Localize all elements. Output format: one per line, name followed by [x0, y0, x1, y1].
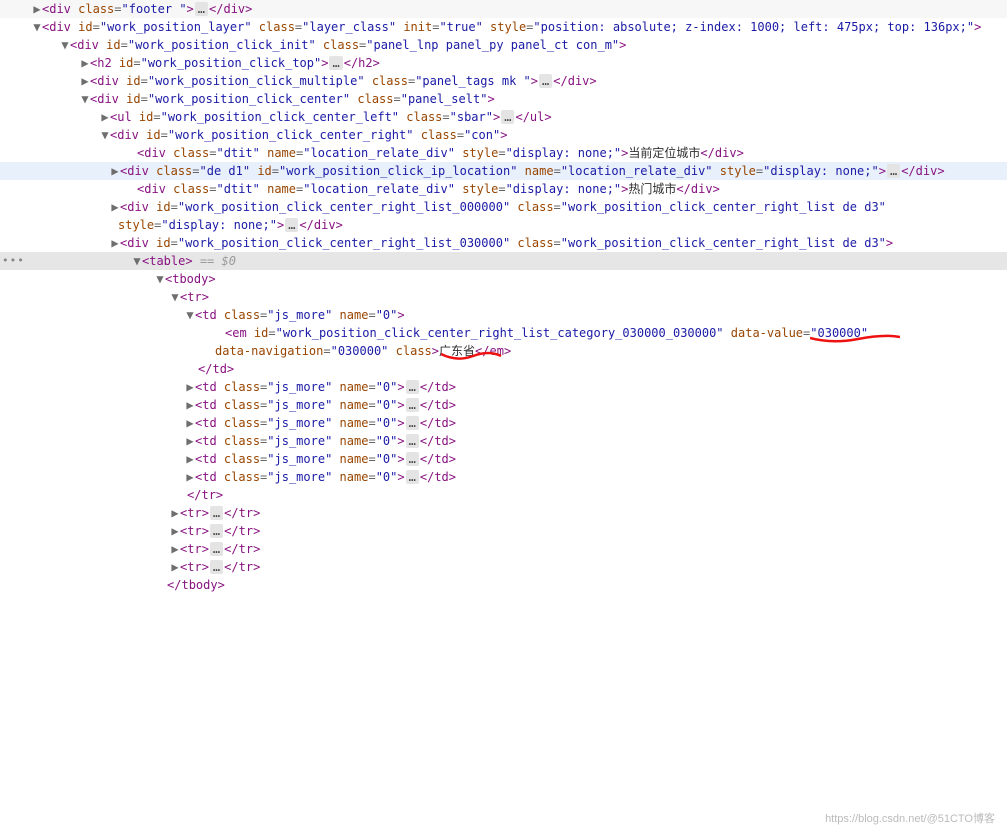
- source-line[interactable]: ▶<ul id="work_position_click_center_left…: [0, 108, 1007, 126]
- collapse-arrow-icon[interactable]: ▼: [60, 36, 70, 54]
- ellipsis-expand[interactable]: …: [210, 542, 223, 556]
- collapse-arrow-icon[interactable]: ▼: [100, 126, 110, 144]
- source-line[interactable]: ▶<td class="js_more" name="0">…</td>: [0, 414, 1007, 432]
- ellipsis-expand[interactable]: …: [406, 434, 419, 448]
- selected-node-indicator: == $0: [193, 254, 236, 268]
- expand-arrow-icon[interactable]: ▶: [185, 432, 195, 450]
- ellipsis-expand[interactable]: …: [406, 416, 419, 430]
- expand-arrow-icon[interactable]: ▶: [185, 378, 195, 396]
- expand-arrow-icon[interactable]: ▶: [185, 450, 195, 468]
- expand-arrow-icon[interactable]: ▶: [110, 162, 120, 180]
- collapse-arrow-icon[interactable]: ▼: [32, 18, 42, 36]
- source-line[interactable]: ▶<td class="js_more" name="0">…</td>: [0, 450, 1007, 468]
- gutter-overflow-icon: •••: [2, 252, 25, 270]
- ellipsis-expand[interactable]: …: [539, 74, 552, 88]
- ellipsis-expand[interactable]: …: [285, 218, 298, 232]
- collapse-arrow-icon[interactable]: ▼: [170, 288, 180, 306]
- source-line[interactable]: ▶<td class="js_more" name="0">…</td>: [0, 378, 1007, 396]
- source-line[interactable]: ▶<div class="de d1" id="work_position_cl…: [0, 162, 1007, 180]
- source-line[interactable]: <div class="dtit" name="location_relate_…: [0, 144, 1007, 162]
- source-line[interactable]: ▶<td class="js_more" name="0">…</td>: [0, 468, 1007, 486]
- source-line[interactable]: ▼<td class="js_more" name="0">: [0, 306, 1007, 324]
- source-line[interactable]: ▶<tr>…</tr>: [0, 540, 1007, 558]
- expand-arrow-icon[interactable]: ▶: [170, 504, 180, 522]
- expand-arrow-icon[interactable]: ▶: [110, 234, 120, 252]
- expand-arrow-icon[interactable]: ▶: [170, 522, 180, 540]
- expand-arrow-icon[interactable]: ▶: [170, 558, 180, 576]
- source-line[interactable]: ▼<div id="work_position_click_center" cl…: [0, 90, 1007, 108]
- watermark-text: https://blog.csdn.net/@51CTO博客: [825, 810, 995, 828]
- ellipsis-expand[interactable]: …: [406, 380, 419, 394]
- source-line[interactable]: •••▼<table> == $0: [0, 252, 1007, 270]
- source-line[interactable]: ▼<div id="work_position_click_center_rig…: [0, 126, 1007, 144]
- expand-arrow-icon[interactable]: ▶: [185, 414, 195, 432]
- text-node: 热门城市: [628, 182, 676, 196]
- ellipsis-expand[interactable]: …: [406, 452, 419, 466]
- collapse-arrow-icon[interactable]: ▼: [132, 252, 142, 270]
- collapse-arrow-icon[interactable]: ▼: [185, 306, 195, 324]
- ellipsis-expand[interactable]: …: [210, 560, 223, 574]
- source-line[interactable]: </td>: [0, 360, 1007, 378]
- collapse-arrow-icon[interactable]: ▼: [155, 270, 165, 288]
- ellipsis-expand[interactable]: …: [195, 2, 208, 16]
- source-line[interactable]: ▼<tbody>: [0, 270, 1007, 288]
- source-line[interactable]: </tbody>: [0, 576, 1007, 594]
- source-line[interactable]: ▼<div id="work_position_layer" class="la…: [0, 18, 1007, 36]
- source-line[interactable]: ▶<div class="footer ">…</div>: [0, 0, 1007, 18]
- source-line[interactable]: ▶<tr>…</tr>: [0, 558, 1007, 576]
- expand-arrow-icon[interactable]: ▶: [110, 198, 120, 216]
- ellipsis-expand[interactable]: …: [406, 470, 419, 484]
- expand-arrow-icon[interactable]: ▶: [170, 540, 180, 558]
- source-line[interactable]: ▼<tr>: [0, 288, 1007, 306]
- source-line[interactable]: <div class="dtit" name="location_relate_…: [0, 180, 1007, 198]
- ellipsis-expand[interactable]: …: [501, 110, 514, 124]
- source-line[interactable]: ▶<td class="js_more" name="0">…</td>: [0, 396, 1007, 414]
- expand-arrow-icon[interactable]: ▶: [100, 108, 110, 126]
- collapse-arrow-icon[interactable]: ▼: [80, 90, 90, 108]
- expand-arrow-icon[interactable]: ▶: [32, 0, 42, 18]
- ellipsis-expand[interactable]: …: [329, 56, 342, 70]
- expand-arrow-icon[interactable]: ▶: [80, 54, 90, 72]
- source-line[interactable]: </tr>: [0, 486, 1007, 504]
- source-line[interactable]: style="display: none;">…</div>: [0, 216, 1007, 234]
- text-node: 当前定位城市: [628, 146, 700, 160]
- ellipsis-expand[interactable]: …: [210, 506, 223, 520]
- text-node: 广东省: [439, 344, 475, 358]
- expand-arrow-icon[interactable]: ▶: [185, 468, 195, 486]
- source-line[interactable]: ▶<td class="js_more" name="0">…</td>: [0, 432, 1007, 450]
- source-line[interactable]: ▶<div id="work_position_click_center_rig…: [0, 198, 1007, 216]
- ellipsis-expand[interactable]: …: [406, 398, 419, 412]
- source-line[interactable]: ▶<tr>…</tr>: [0, 504, 1007, 522]
- expand-arrow-icon[interactable]: ▶: [185, 396, 195, 414]
- source-line[interactable]: ▶<tr>…</tr>: [0, 522, 1007, 540]
- source-line[interactable]: <em id="work_position_click_center_right…: [0, 324, 1007, 342]
- dom-tree[interactable]: ▶<div class="footer ">…</div>▼<div id="w…: [0, 0, 1007, 594]
- source-line[interactable]: ▶<div id="work_position_click_center_rig…: [0, 234, 1007, 252]
- ellipsis-expand[interactable]: …: [887, 164, 900, 178]
- expand-arrow-icon[interactable]: ▶: [80, 72, 90, 90]
- source-line[interactable]: data-navigation="030000" class>广东省</em>: [0, 342, 1007, 360]
- source-line[interactable]: ▼<div id="work_position_click_init" clas…: [0, 36, 1007, 54]
- ellipsis-expand[interactable]: …: [210, 524, 223, 538]
- source-line[interactable]: ▶<h2 id="work_position_click_top">…</h2>: [0, 54, 1007, 72]
- source-line[interactable]: ▶<div id="work_position_click_multiple" …: [0, 72, 1007, 90]
